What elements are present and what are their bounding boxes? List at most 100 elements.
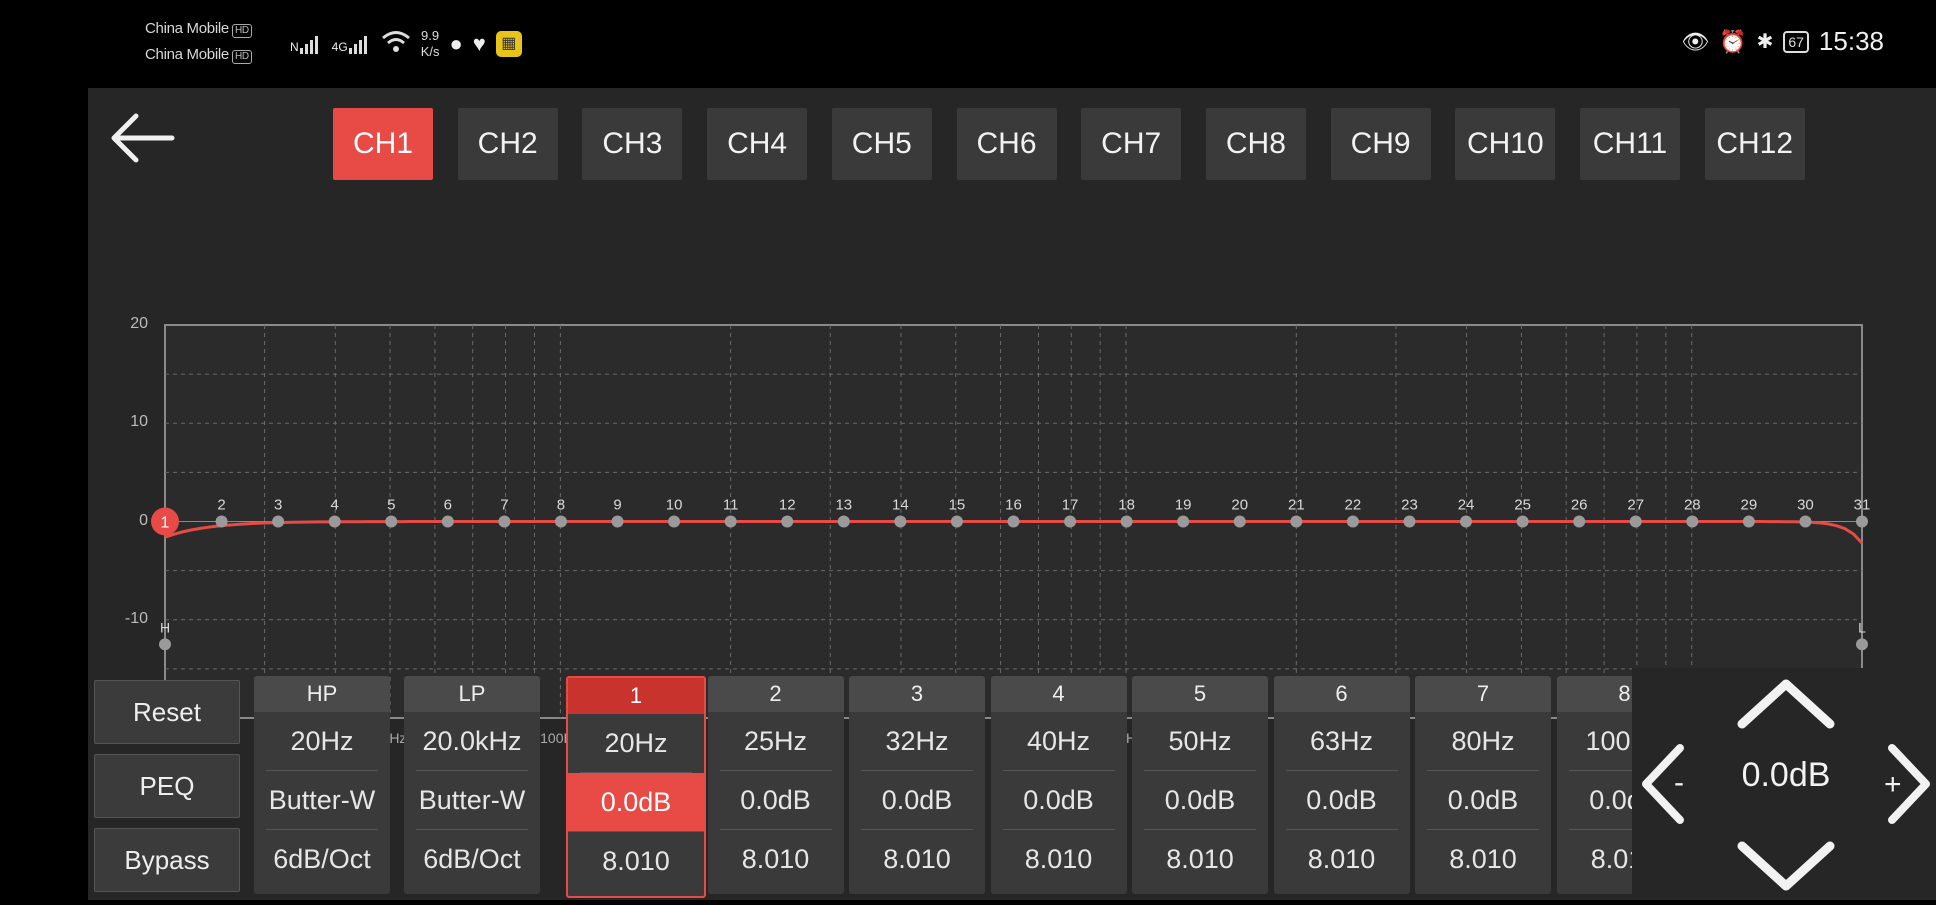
band-point-label: 8 bbox=[557, 497, 565, 514]
tab-ch3[interactable]: CH3 bbox=[582, 108, 683, 180]
tab-ch5[interactable]: CH5 bbox=[831, 108, 932, 180]
hp-filter-type[interactable]: Butter-W bbox=[266, 771, 378, 830]
band-gain[interactable]: 0.0dB bbox=[719, 771, 832, 830]
lp-frequency[interactable]: 20.0kHz bbox=[416, 712, 528, 771]
band-point-label: 10 bbox=[666, 497, 683, 514]
band-point-label: 29 bbox=[1741, 497, 1758, 514]
band-q[interactable]: 8.010 bbox=[861, 830, 973, 888]
band-gain[interactable]: 0.0dB bbox=[861, 771, 973, 830]
lp-slope[interactable]: 6dB/Oct bbox=[416, 830, 528, 888]
tab-ch10[interactable]: CH10 bbox=[1455, 108, 1556, 180]
band-gain[interactable]: 0.0dB bbox=[568, 773, 704, 832]
band-point[interactable] bbox=[1177, 515, 1190, 528]
band-point[interactable] bbox=[554, 515, 567, 528]
clock: 15:38 bbox=[1818, 26, 1884, 56]
band-point[interactable] bbox=[1799, 515, 1812, 528]
band-point[interactable] bbox=[781, 515, 794, 528]
band-card-5[interactable]: 5 50Hz 0.0dB 8.010 bbox=[1132, 676, 1268, 894]
band-point[interactable] bbox=[1403, 515, 1416, 528]
band-card-2[interactable]: 2 25Hz 0.0dB 8.010 bbox=[707, 676, 844, 894]
tab-ch8[interactable]: CH8 bbox=[1205, 108, 1306, 180]
band-point[interactable] bbox=[1516, 515, 1529, 528]
band-card-4[interactable]: 4 40Hz 0.0dB 8.010 bbox=[990, 676, 1127, 894]
heart-icon: ♥ bbox=[472, 31, 486, 56]
band-point[interactable] bbox=[215, 515, 228, 528]
tab-ch6[interactable]: CH6 bbox=[956, 108, 1057, 180]
bypass-button[interactable]: Bypass bbox=[94, 828, 240, 892]
hp-marker-point[interactable] bbox=[159, 638, 171, 651]
peq-button[interactable]: PEQ bbox=[94, 754, 240, 818]
band-point[interactable] bbox=[1007, 515, 1020, 528]
hp-slope[interactable]: 6dB/Oct bbox=[266, 830, 378, 888]
band-point[interactable] bbox=[1064, 515, 1077, 528]
band-gain[interactable]: 0.0dB bbox=[1285, 771, 1398, 830]
band-point[interactable] bbox=[837, 515, 850, 528]
band-card-1[interactable]: 1 20Hz 0.0dB 8.010 bbox=[566, 676, 706, 898]
band-gain[interactable]: 0.0dB bbox=[1144, 771, 1256, 830]
band-point[interactable] bbox=[385, 515, 398, 528]
band-point-label: 30 bbox=[1797, 497, 1814, 514]
tab-ch4[interactable]: CH4 bbox=[707, 108, 808, 180]
signal-icon: N bbox=[290, 34, 322, 54]
band-point[interactable] bbox=[611, 515, 624, 528]
band-frequency[interactable]: 25Hz bbox=[719, 712, 832, 771]
band-gain[interactable]: 0.0dB bbox=[1002, 771, 1115, 830]
band-point[interactable] bbox=[668, 515, 681, 528]
band-point[interactable] bbox=[1856, 515, 1868, 528]
down-button[interactable] bbox=[1737, 841, 1835, 891]
lp-filter-type[interactable]: Butter-W bbox=[416, 771, 528, 830]
band-point[interactable] bbox=[1742, 515, 1755, 528]
band-point[interactable] bbox=[441, 515, 454, 528]
tab-ch1[interactable]: CH1 bbox=[333, 108, 433, 180]
band-point-label: 1 bbox=[161, 515, 170, 532]
band-q[interactable]: 8.010 bbox=[1427, 830, 1539, 888]
band-point[interactable] bbox=[1629, 515, 1642, 528]
band-card-3[interactable]: 3 32Hz 0.0dB 8.010 bbox=[849, 676, 985, 894]
band-card-6[interactable]: 6 63Hz 0.0dB 8.010 bbox=[1273, 676, 1410, 894]
band-point[interactable] bbox=[1460, 515, 1473, 528]
reset-button[interactable]: Reset bbox=[94, 680, 240, 744]
back-button[interactable] bbox=[106, 108, 178, 168]
tab-ch9[interactable]: CH9 bbox=[1330, 108, 1431, 180]
band-point[interactable] bbox=[272, 515, 285, 528]
band-card-7[interactable]: 7 80Hz 0.0dB 8.010 bbox=[1415, 676, 1551, 894]
hp-frequency[interactable]: 20Hz bbox=[266, 712, 378, 771]
band-frequency[interactable]: 20Hz bbox=[580, 714, 692, 773]
band-point[interactable] bbox=[1233, 515, 1246, 528]
eye-icon: 👁 bbox=[1681, 28, 1710, 54]
band-q[interactable]: 8.010 bbox=[1286, 830, 1398, 888]
lp-marker-point[interactable] bbox=[1856, 638, 1868, 651]
band-frequency[interactable]: 50Hz bbox=[1144, 712, 1256, 771]
band-point[interactable] bbox=[328, 515, 341, 528]
band-q[interactable]: 8.010 bbox=[720, 830, 832, 888]
tab-ch12[interactable]: CH12 bbox=[1704, 108, 1805, 180]
band-frequency[interactable]: 80Hz bbox=[1427, 712, 1539, 771]
band-gain[interactable]: 0.0dB bbox=[1427, 771, 1539, 830]
band-point[interactable] bbox=[894, 515, 907, 528]
band-frequency[interactable]: 40Hz bbox=[1002, 712, 1115, 771]
band-frequency[interactable]: 32Hz bbox=[861, 712, 973, 771]
tab-ch7[interactable]: CH7 bbox=[1081, 108, 1182, 180]
lp-filter-card[interactable]: LP 20.0kHz Butter-W 6dB/Oct bbox=[404, 676, 540, 894]
wifi-icon bbox=[381, 29, 411, 59]
band-number: 7 bbox=[1415, 676, 1551, 712]
band-q[interactable]: 8.010 bbox=[580, 832, 692, 890]
band-point[interactable] bbox=[1686, 515, 1699, 528]
band-q[interactable]: 8.010 bbox=[1144, 830, 1256, 888]
band-point[interactable] bbox=[498, 515, 511, 528]
signal-icon: 4G bbox=[332, 34, 371, 54]
band-point[interactable] bbox=[950, 515, 963, 528]
band-point[interactable] bbox=[1120, 515, 1133, 528]
band-frequency[interactable]: 63Hz bbox=[1285, 712, 1398, 771]
band-point[interactable] bbox=[1290, 515, 1303, 528]
band-q[interactable]: 8.010 bbox=[1003, 830, 1115, 888]
band-point-label: 21 bbox=[1288, 497, 1305, 514]
band-point[interactable] bbox=[1573, 515, 1586, 528]
band-point[interactable] bbox=[1346, 515, 1359, 528]
band-point[interactable] bbox=[724, 515, 737, 528]
up-button[interactable] bbox=[1737, 679, 1835, 729]
net-speed: 9.9 K/s bbox=[420, 28, 440, 59]
tab-ch11[interactable]: CH11 bbox=[1580, 108, 1680, 180]
tab-ch2[interactable]: CH2 bbox=[457, 108, 558, 180]
hp-filter-card[interactable]: HP 20Hz Butter-W 6dB/Oct bbox=[254, 676, 390, 894]
